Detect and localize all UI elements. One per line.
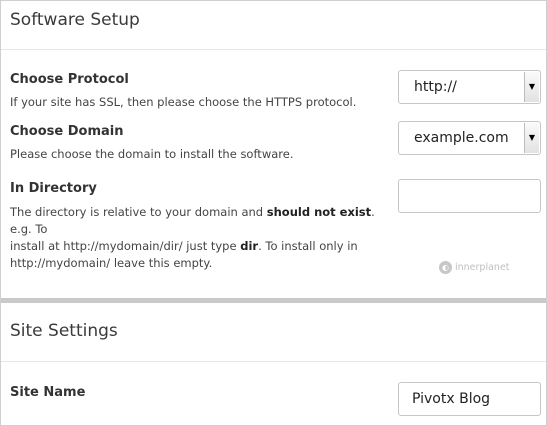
dropdown-arrow-icon[interactable]: ▼ <box>524 72 539 102</box>
site-name-label: Site Name <box>10 385 86 400</box>
directory-help: The directory is relative to your domain… <box>10 204 400 272</box>
logo-icon: ◐ <box>439 260 452 274</box>
software-setup-title: Software Setup <box>10 10 140 30</box>
protocol-select-value: http:// <box>414 79 457 95</box>
divider <box>1 361 546 362</box>
directory-input[interactable] <box>398 179 541 213</box>
innerplanet-logo: ◐ innerplanet <box>439 259 514 275</box>
protocol-select[interactable]: http:// ▼ <box>398 70 541 104</box>
site-settings-title: Site Settings <box>10 321 118 341</box>
domain-select[interactable]: example.com ▼ <box>398 121 541 155</box>
installer-panel: Software Setup Choose Protocol If your s… <box>0 0 547 426</box>
protocol-label: Choose Protocol <box>10 72 129 87</box>
logo-text: innerplanet <box>455 261 510 273</box>
domain-label: Choose Domain <box>10 124 124 139</box>
section-separator <box>1 298 546 303</box>
directory-help-line: install at http://mydomain/dir/ just typ… <box>10 239 358 253</box>
site-name-input[interactable] <box>398 382 541 416</box>
divider <box>1 49 546 50</box>
directory-help-line: The directory is relative to your domain… <box>10 205 375 236</box>
directory-label: In Directory <box>10 181 97 196</box>
protocol-help: If your site has SSL, then please choose… <box>10 95 357 109</box>
domain-help: Please choose the domain to install the … <box>10 147 294 161</box>
dropdown-arrow-icon[interactable]: ▼ <box>524 123 539 153</box>
directory-help-line: http://mydomain/ leave this empty. <box>10 256 213 270</box>
domain-select-value: example.com <box>414 130 509 146</box>
